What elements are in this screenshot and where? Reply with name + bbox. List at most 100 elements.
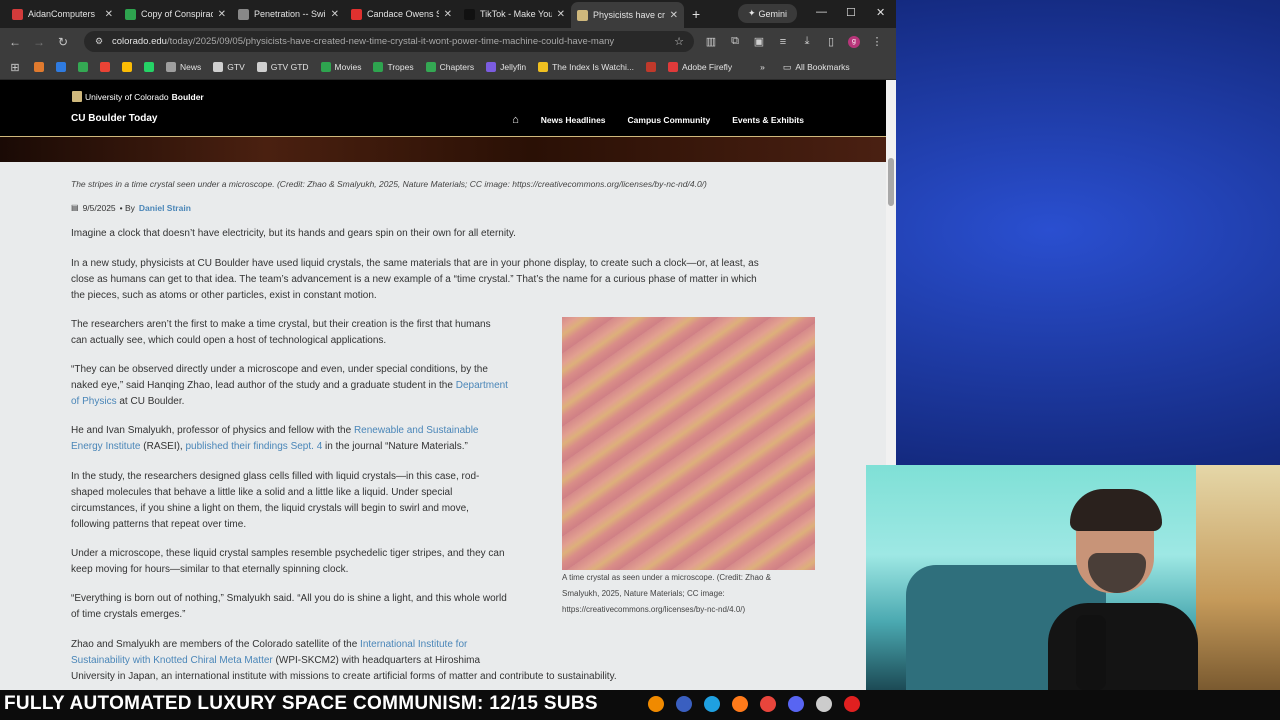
sidebar-icon[interactable]: ▯ — [824, 35, 838, 48]
university-logo[interactable]: University of Colorado Boulder — [72, 91, 204, 102]
physics-dept-link[interactable]: Department — [456, 380, 508, 391]
bookmark-favicon-icon — [486, 62, 497, 72]
chrome-icon[interactable] — [760, 696, 776, 712]
bookmark-item[interactable] — [122, 62, 132, 72]
browser-toolbar: ← → ↻ ⚙ colorado.edu/today/2025/09/05/ph… — [0, 28, 896, 55]
edge-icon[interactable] — [704, 696, 720, 712]
bookmark-item[interactable]: Tropes — [373, 62, 414, 72]
bookmark-label: The Index Is Watchi... — [552, 62, 634, 72]
rasei-link[interactable]: Renewable and Sustainable — [354, 425, 479, 436]
bookmark-favicon-icon — [78, 62, 88, 72]
bookmark-favicon-icon — [256, 62, 267, 72]
bookmark-item[interactable]: GTV GTD — [256, 62, 309, 72]
university-campus: Boulder — [171, 91, 204, 102]
tab-close-icon[interactable]: ✕ — [670, 10, 678, 21]
tab-close-icon[interactable]: ✕ — [218, 9, 226, 20]
all-bookmarks-button[interactable]: ▭ All Bookmarks — [783, 62, 850, 73]
nav-news-headlines[interactable]: News Headlines — [541, 115, 606, 125]
discord-icon[interactable] — [788, 696, 804, 712]
background-shelf — [1196, 465, 1280, 690]
author-link[interactable]: Daniel Strain — [139, 200, 191, 216]
new-tab-icon[interactable]: + — [692, 6, 700, 22]
text-line: Zhao and Smalyukh are members of the Col… — [71, 637, 811, 653]
nav-campus-community[interactable]: Campus Community — [628, 115, 711, 125]
minimize-icon[interactable]: — — [816, 6, 827, 18]
bookmark-item[interactable] — [144, 62, 154, 72]
back-icon[interactable]: ← — [8, 35, 22, 49]
calendar-icon: ▤ — [71, 203, 79, 212]
profile-avatar[interactable]: g — [848, 35, 860, 48]
tab-close-icon[interactable]: ✕ — [105, 9, 113, 20]
tab-title: Copy of Conspirac — [141, 9, 213, 19]
maximize-icon[interactable]: ☐ — [846, 6, 856, 19]
bookmark-item[interactable] — [645, 62, 656, 72]
screenshot-icon[interactable]: ▣ — [752, 35, 766, 48]
bookmark-item[interactable]: News — [166, 62, 201, 72]
bookmark-star-icon[interactable]: ☆ — [672, 35, 686, 48]
firefox-icon[interactable] — [732, 696, 748, 712]
bookmark-item[interactable]: Adobe Firefly — [667, 62, 732, 72]
vlc-icon[interactable] — [648, 696, 664, 712]
browser-tab[interactable]: TikTok - Make You ✕ — [458, 3, 571, 25]
browser-tab[interactable]: Candace Owens S ✕ — [345, 3, 458, 25]
browser-tab[interactable]: AidanComputers ✕ — [6, 3, 119, 25]
bookmarks-overflow-icon[interactable]: » — [760, 62, 765, 72]
media-control-icon[interactable]: ≡ — [776, 36, 790, 48]
tab-favicon-icon — [351, 8, 362, 20]
bookmark-item[interactable] — [34, 62, 44, 72]
time-crystal-image[interactable] — [562, 317, 815, 570]
url-text[interactable]: colorado.edu/today/2025/09/05/physicists… — [112, 36, 666, 47]
bitwarden-icon[interactable] — [676, 696, 692, 712]
bookmark-item[interactable] — [56, 62, 66, 72]
tab-close-icon[interactable]: ✕ — [331, 9, 339, 20]
close-window-icon[interactable]: ✕ — [876, 6, 885, 19]
tab-close-icon[interactable]: ✕ — [444, 9, 452, 20]
caption-line: A time crystal as seen under a microscop… — [562, 573, 771, 582]
bookmark-item[interactable] — [78, 62, 88, 72]
nav-events-exhibits[interactable]: Events & Exhibits — [732, 115, 804, 125]
text-line: Under a microscope, these liquid crystal… — [71, 548, 505, 559]
tab-close-icon[interactable]: ✕ — [557, 9, 565, 20]
physics-dept-link-cont[interactable]: of Physics — [71, 396, 117, 407]
site-info-icon[interactable]: ⚙ — [92, 36, 106, 47]
paragraph-1: Imagine a clock that doesn’t have electr… — [71, 228, 516, 239]
reload-icon[interactable]: ↻ — [56, 35, 70, 49]
address-bar[interactable]: ⚙ colorado.edu/today/2025/09/05/physicis… — [84, 31, 694, 52]
bookmark-item[interactable]: GTV — [213, 62, 245, 72]
browser-tab[interactable]: Penetration -- Swi ✕ — [232, 3, 345, 25]
bookmark-favicon-icon — [100, 62, 110, 72]
findings-link[interactable]: published their findings Sept. 4 — [186, 441, 323, 452]
bookmark-favicon-icon — [166, 62, 176, 72]
text-span: (RASEI), — [143, 441, 183, 452]
apps-icon[interactable]: ⊞ — [8, 61, 22, 74]
text-line: University in Japan, an international in… — [71, 671, 617, 682]
menu-icon[interactable]: ⋮ — [870, 35, 884, 48]
paragraph-5: He and Ivan Smalyukh, professor of physi… — [71, 423, 541, 455]
bookmark-item[interactable]: Jellyfin — [486, 62, 526, 72]
browser-tab[interactable]: Physicists have cr ✕ — [571, 2, 684, 28]
bookmark-item[interactable] — [100, 62, 110, 72]
skcm2-link-cont[interactable]: Sustainability with Knotted Chiral Meta … — [71, 655, 273, 666]
browser-tab[interactable]: Copy of Conspirac ✕ — [119, 3, 232, 25]
bookmark-label: Chapters — [439, 62, 475, 72]
forward-icon[interactable]: → — [32, 35, 46, 49]
youtube-icon[interactable] — [844, 696, 860, 712]
bookmark-favicon-icon — [320, 62, 331, 72]
rasei-link-cont[interactable]: Energy Institute — [71, 441, 140, 452]
site-nav: ⌂ News Headlines Campus Community Events… — [512, 114, 804, 126]
bookmark-label: News — [180, 62, 202, 72]
skcm2-link[interactable]: International Institute for — [360, 639, 467, 650]
paragraph-3: The researchers aren’t the first to make… — [71, 317, 541, 349]
scrollbar-thumb[interactable] — [888, 158, 894, 206]
microphone — [1076, 615, 1106, 690]
home-icon[interactable]: ⌂ — [512, 114, 519, 126]
bookmark-item[interactable]: The Index Is Watchi... — [538, 62, 634, 72]
steam-icon[interactable] — [816, 696, 832, 712]
site-title[interactable]: CU Boulder Today — [71, 113, 157, 124]
gemini-button[interactable]: ✦ Gemini — [738, 4, 797, 23]
reading-list-icon[interactable]: ▥ — [704, 35, 718, 48]
extensions-icon[interactable]: ⧉ — [728, 35, 742, 48]
bookmark-item[interactable]: Chapters — [425, 62, 475, 72]
download-icon[interactable]: ⤓ — [800, 35, 814, 48]
bookmark-item[interactable]: Movies — [320, 62, 361, 72]
